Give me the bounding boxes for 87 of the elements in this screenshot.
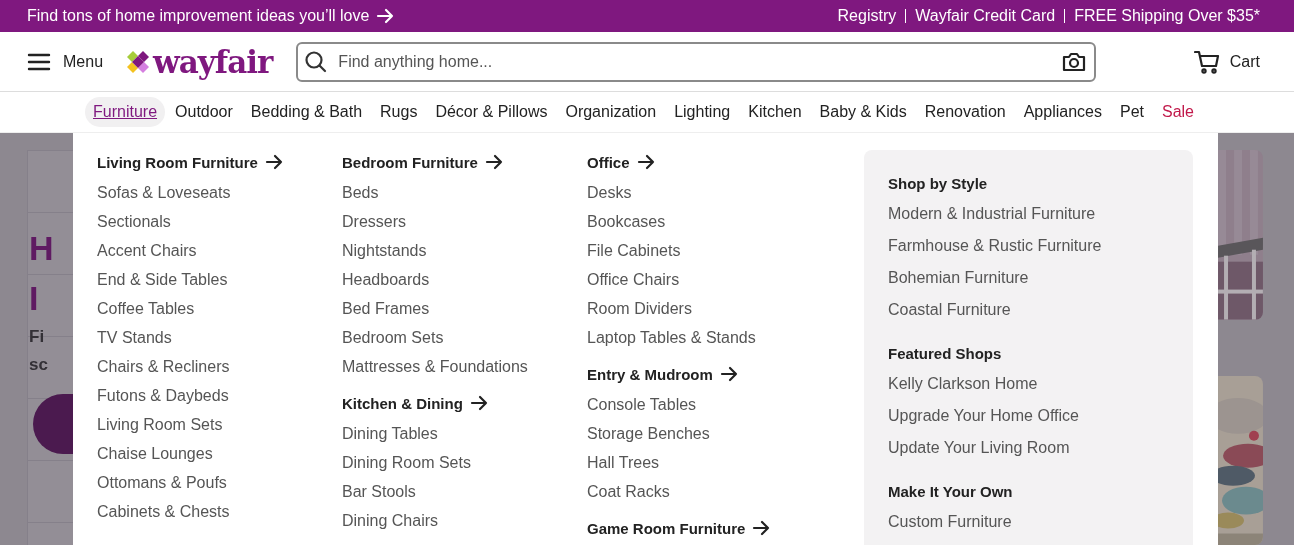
hero-heading: H xyxy=(29,228,55,269)
category-link[interactable]: Chairs & Recliners xyxy=(97,352,230,381)
logo-icon xyxy=(125,48,152,75)
category-link[interactable]: Beds xyxy=(342,178,379,207)
category-heading[interactable]: Living Room Furniture xyxy=(97,150,284,174)
category-link[interactable]: Cabinets & Chests xyxy=(97,497,230,526)
search-field[interactable]: Find anything home... xyxy=(296,41,1097,82)
category-link[interactable]: Headboards xyxy=(342,265,430,294)
cart-button[interactable]: Cart xyxy=(1193,48,1260,75)
category-link[interactable]: Coffee Tables xyxy=(97,294,195,323)
nav-tab[interactable]: Pet xyxy=(1111,97,1152,127)
promo-link[interactable]: Registry xyxy=(837,7,897,25)
search-icon xyxy=(304,49,329,74)
category-link[interactable]: Sectionals xyxy=(97,207,171,236)
category-link[interactable]: Room Dividers xyxy=(587,294,692,323)
menu-icon xyxy=(27,51,51,72)
side-link[interactable]: Bohemian Furniture xyxy=(888,262,1029,294)
side-link[interactable]: Farmhouse & Rustic Furniture xyxy=(888,230,1102,262)
category-link[interactable]: Futons & Daybeds xyxy=(97,381,229,410)
arrow-icon xyxy=(483,152,504,172)
side-heading: Make It Your Own xyxy=(888,481,1014,502)
category-heading[interactable]: Kitchen & Dining xyxy=(342,391,489,415)
category-link[interactable]: Nightstands xyxy=(342,236,427,265)
nav-tab[interactable]: Outdoor xyxy=(167,97,241,127)
category-link[interactable]: Bed Frames xyxy=(342,294,430,323)
nav-tab[interactable]: Rugs xyxy=(372,97,426,127)
menu-button[interactable]: Menu xyxy=(27,51,104,72)
category-heading[interactable]: Game Room Furniture xyxy=(587,516,772,540)
category-link[interactable]: Hall Trees xyxy=(587,448,660,477)
category-link[interactable]: Living Room Sets xyxy=(97,410,223,439)
side-link[interactable]: Coastal Furniture xyxy=(888,294,1011,326)
category-link[interactable]: File Cabinets xyxy=(587,236,681,265)
hero-heading: I xyxy=(29,278,40,319)
promo-link[interactable]: Find tons of home improvement ideas you’ll love xyxy=(27,6,396,26)
nav-tab[interactable]: Décor & Pillows xyxy=(427,97,556,127)
category-link[interactable]: TV Stands xyxy=(97,323,172,352)
hero-text: sc xyxy=(29,354,49,376)
arrow-icon xyxy=(635,152,656,172)
side-link[interactable]: Modern & Industrial Furniture xyxy=(888,198,1096,230)
category-link[interactable]: Storage Benches xyxy=(587,419,710,448)
promo-link[interactable]: Wayfair Credit Card xyxy=(915,7,1056,25)
hero-text: Fi xyxy=(29,326,46,348)
side-heading: Shop by Style xyxy=(888,173,989,194)
nav-tab[interactable]: Furniture xyxy=(85,97,166,127)
category-link[interactable]: Dining Tables xyxy=(342,419,438,448)
arrow-icon xyxy=(718,364,739,384)
side-link[interactable]: Custom Furniture xyxy=(888,506,1012,538)
category-heading[interactable]: Entry & Mudroom xyxy=(587,362,739,386)
category-link[interactable]: Console Tables xyxy=(587,390,697,419)
category-link[interactable]: Office Chairs xyxy=(587,265,680,294)
nav-tab[interactable]: Appliances xyxy=(1015,97,1110,127)
logo[interactable]: wayfair xyxy=(125,43,273,80)
nav-tab[interactable]: Organization xyxy=(557,97,665,127)
category-link[interactable]: Laptop Tables & Stands xyxy=(587,323,756,352)
category-link[interactable]: Dressers xyxy=(342,207,406,236)
arrow-icon xyxy=(263,152,284,172)
side-link[interactable]: Kelly Clarkson Home xyxy=(888,368,1038,400)
category-link[interactable]: Dining Room Sets xyxy=(342,448,471,477)
category-link[interactable]: Mattresses & Foundations xyxy=(342,352,528,381)
category-link[interactable]: Desks xyxy=(587,178,632,207)
category-link[interactable]: Bedroom Sets xyxy=(342,323,444,352)
category-heading[interactable]: Office xyxy=(587,150,656,174)
category-link[interactable]: Sofas & Loveseats xyxy=(97,178,231,207)
side-link[interactable]: Upgrade Your Home Office xyxy=(888,400,1079,432)
category-link[interactable]: Ottomans & Poufs xyxy=(97,468,227,497)
category-link[interactable]: Chaise Lounges xyxy=(97,439,213,468)
category-link[interactable]: End & Side Tables xyxy=(97,265,228,294)
nav-tab[interactable]: Lighting xyxy=(666,97,739,127)
category-link[interactable]: Accent Chairs xyxy=(97,236,197,265)
camera-icon[interactable] xyxy=(1062,50,1087,73)
nav-tab[interactable]: Baby & Kids xyxy=(811,97,915,127)
side-link[interactable]: Update Your Living Room xyxy=(888,432,1070,464)
category-heading[interactable]: Bedroom Furniture xyxy=(342,150,504,174)
arrow-icon xyxy=(751,518,772,538)
nav-tab[interactable]: Sale xyxy=(1154,97,1202,127)
arrow-icon xyxy=(468,393,489,413)
category-link[interactable]: Bookcases xyxy=(587,207,666,236)
nav-tab[interactable]: Kitchen xyxy=(740,97,810,127)
arrow-icon xyxy=(375,6,396,26)
nav-tab[interactable]: Renovation xyxy=(916,97,1014,127)
category-link[interactable]: Dining Chairs xyxy=(342,506,439,535)
category-link[interactable]: Coat Racks xyxy=(587,477,670,506)
promo-link[interactable]: FREE Shipping Over $35* xyxy=(1074,7,1260,25)
side-heading: Featured Shops xyxy=(888,343,1003,364)
category-link[interactable]: Bar Stools xyxy=(342,477,416,506)
nav-tab[interactable]: Bedding & Bath xyxy=(242,97,371,127)
cart-icon xyxy=(1193,48,1220,75)
